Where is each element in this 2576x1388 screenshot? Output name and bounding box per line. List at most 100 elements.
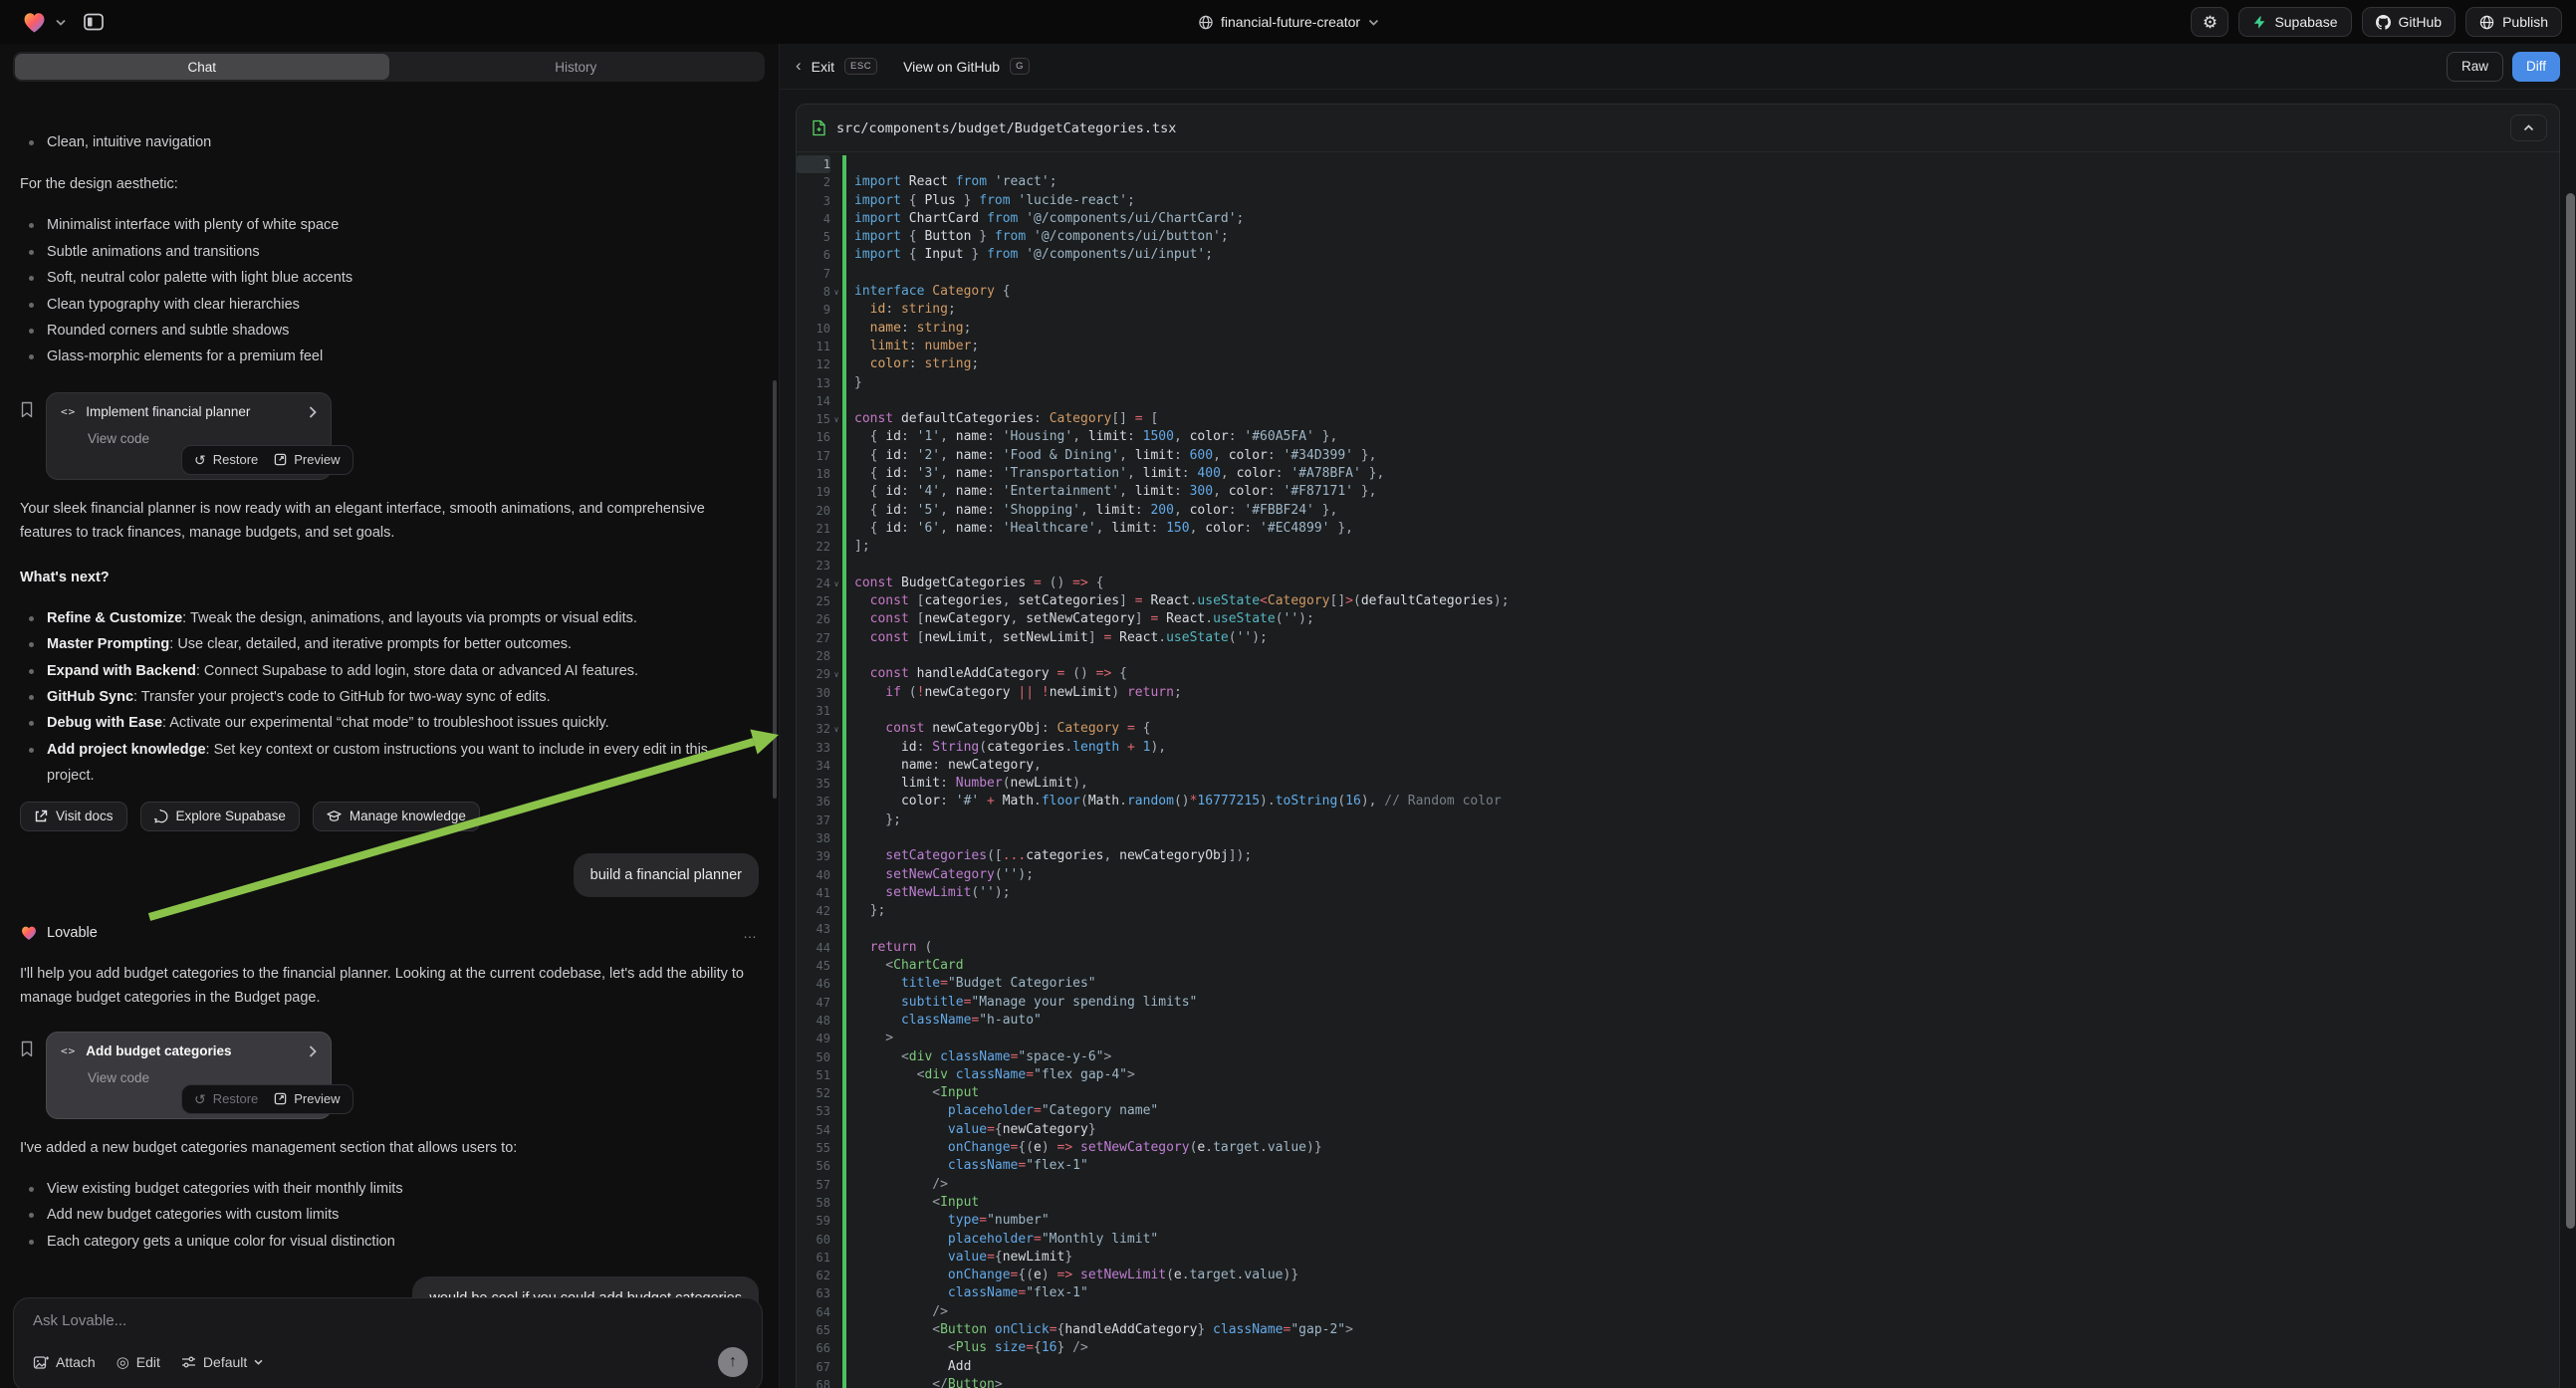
chevron-right-icon <box>309 1045 317 1057</box>
preview-button[interactable]: Preview <box>274 448 340 472</box>
bullet-list: Clean, intuitive navigation <box>20 129 759 155</box>
line-number: 47 <box>797 994 830 1012</box>
code-line: 37 }; <box>797 811 2559 829</box>
fold-gutter <box>830 647 842 665</box>
line-number: 36 <box>797 793 830 810</box>
fold-chevron-icon[interactable]: ∨ <box>830 283 842 301</box>
line-number: 18 <box>797 465 830 483</box>
collapse-file-button[interactable] <box>2510 115 2547 141</box>
fold-gutter <box>830 1048 842 1066</box>
exit-button[interactable]: Exit <box>812 59 834 75</box>
logo-chevron-down-icon[interactable] <box>56 19 66 26</box>
composer-placeholder[interactable]: Ask Lovable... <box>33 1312 746 1329</box>
diff-added-bar <box>842 1157 846 1175</box>
version-title: Implement financial planner <box>86 400 299 424</box>
list-item: Clean typography with clear hierarchies <box>20 292 759 318</box>
attach-button[interactable]: Attach <box>33 1354 96 1370</box>
esc-kbd: ESC <box>844 58 877 75</box>
publish-button[interactable]: Publish <box>2465 7 2562 37</box>
supabase-button[interactable]: Supabase <box>2238 7 2351 37</box>
diff-added-bar <box>842 557 846 575</box>
code-text: import { Plus } from 'lucide-react'; <box>854 192 1135 210</box>
diff-button[interactable]: Diff <box>2512 52 2560 82</box>
code-line: 58 <Input <box>797 1194 2559 1212</box>
bullet-list: View existing budget categories with the… <box>20 1176 759 1255</box>
line-number: 24 <box>797 575 830 592</box>
send-button[interactable]: ↑ <box>718 1347 748 1377</box>
fold-gutter <box>830 1084 842 1102</box>
code-line: 68 </Button> <box>797 1376 2559 1388</box>
code-text: value={newCategory} <box>854 1121 1096 1139</box>
visit-docs-button[interactable]: Visit docs <box>20 802 127 831</box>
manage-knowledge-button[interactable]: Manage knowledge <box>313 802 480 831</box>
fold-gutter <box>830 684 842 702</box>
preview-button[interactable]: Preview <box>274 1087 340 1111</box>
code-text: <Input <box>854 1194 979 1212</box>
user-message-row: build a financial planner <box>20 853 759 897</box>
line-number: 43 <box>797 920 830 938</box>
project-switcher[interactable]: financial-future-creator <box>1198 0 1378 44</box>
diff-added-bar <box>842 884 846 902</box>
bookmark-icon[interactable] <box>20 392 46 480</box>
diff-added-bar <box>842 939 846 957</box>
diff-added-bar <box>842 1030 846 1047</box>
fold-gutter <box>830 246 842 264</box>
diff-added-bar <box>842 592 846 610</box>
code-scrollbar[interactable] <box>2566 193 2575 1229</box>
restore-button[interactable]: ↺Restore <box>194 1087 258 1111</box>
code-line: 53 placeholder="Category name" <box>797 1102 2559 1120</box>
code-editor[interactable]: 12import React from 'react';3import { Pl… <box>797 152 2559 1388</box>
mode-select[interactable]: Default <box>181 1354 263 1370</box>
line-number: 45 <box>797 957 830 975</box>
sidebar-toggle-icon[interactable] <box>83 12 105 32</box>
version-card-row: <>Add budget categoriesView code↺Restore… <box>20 1032 759 1119</box>
code-text: } <box>854 374 862 392</box>
tab-chat[interactable]: Chat <box>15 54 389 80</box>
raw-button[interactable]: Raw <box>2447 52 2503 82</box>
fold-chevron-icon[interactable]: ∨ <box>830 410 842 428</box>
section-heading: What's next? <box>20 566 759 589</box>
restore-button[interactable]: ↺Restore <box>194 448 258 472</box>
list-item: Rounded corners and subtle shadows <box>20 318 759 344</box>
fold-gutter <box>830 338 842 355</box>
globe-icon <box>1198 15 1213 30</box>
code-line: 13} <box>797 374 2559 392</box>
code-text: import React from 'react'; <box>854 173 1057 191</box>
code-text: /> <box>854 1176 948 1194</box>
fold-chevron-icon[interactable]: ∨ <box>830 720 842 738</box>
view-on-github-button[interactable]: View on GitHub <box>903 59 1000 75</box>
code-text: const handleAddCategory = () => { <box>854 665 1127 683</box>
diff-added-bar <box>842 392 846 410</box>
settings-button[interactable]: ⚙ <box>2191 7 2228 37</box>
diff-added-bar <box>842 610 846 628</box>
restore-icon: ↺ <box>194 1092 206 1106</box>
fold-chevron-icon[interactable]: ∨ <box>830 665 842 683</box>
lovable-logo-icon[interactable] <box>22 11 47 34</box>
line-number: 57 <box>797 1176 830 1194</box>
chat-scrollbar[interactable] <box>773 380 777 799</box>
code-text: <Plus size={16} /> <box>854 1339 1088 1357</box>
line-number: 39 <box>797 847 830 865</box>
message-menu-button[interactable]: … <box>743 921 759 945</box>
code-text: title="Budget Categories" <box>854 975 1096 993</box>
diff-added-bar <box>842 301 846 319</box>
tab-history[interactable]: History <box>389 54 764 80</box>
code-line: 25 const [categories, setCategories] = R… <box>797 592 2559 610</box>
code-text: <Input <box>854 1084 979 1102</box>
github-button[interactable]: GitHub <box>2362 7 2457 37</box>
fold-chevron-icon[interactable]: ∨ <box>830 575 842 592</box>
code-text: { id: '6', name: 'Healthcare', limit: 15… <box>854 520 1353 538</box>
chat-composer[interactable]: Ask Lovable... Attach ◎ Edit <box>13 1297 763 1388</box>
file-header[interactable]: src/components/budget/BudgetCategories.t… <box>797 105 2559 152</box>
code-text: name: newCategory, <box>854 757 1042 775</box>
code-line: 18 { id: '3', name: 'Transportation', li… <box>797 465 2559 483</box>
supabase-button-label: Supabase <box>2274 14 2337 30</box>
code-line: 24∨const BudgetCategories = () => { <box>797 575 2559 592</box>
edit-button[interactable]: ◎ Edit <box>117 1354 160 1370</box>
code-line: 1 <box>797 155 2559 173</box>
explore-supabase-button[interactable]: Explore Supabase <box>140 802 300 831</box>
code-header: ‹ Exit ESC View on GitHub G Raw Diff <box>780 44 2576 90</box>
diff-added-bar <box>842 483 846 501</box>
code-line: 40 setNewCategory(''); <box>797 866 2559 884</box>
bookmark-icon[interactable] <box>20 1032 46 1119</box>
